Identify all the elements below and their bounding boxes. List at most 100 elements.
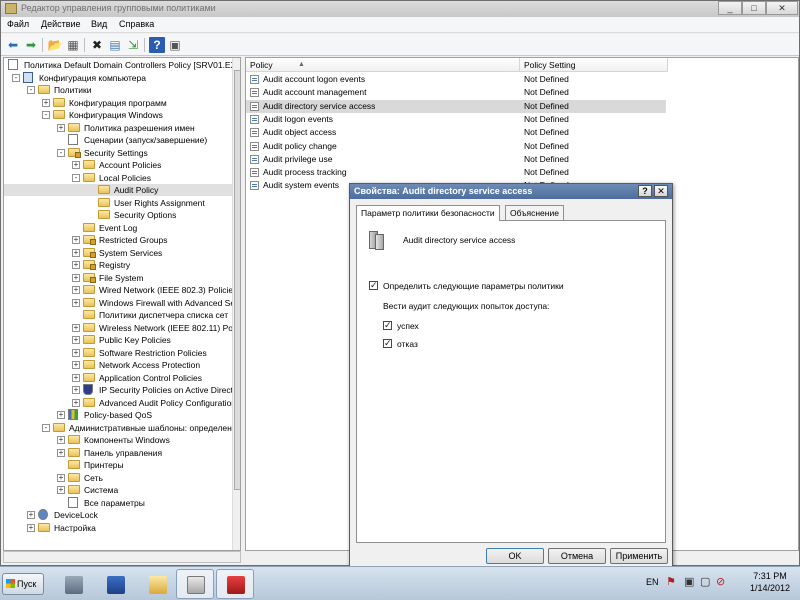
expand-icon[interactable]: + — [57, 486, 65, 494]
tree-item[interactable]: - Конфигурация Windows — [4, 109, 232, 121]
title-bar[interactable]: Редактор управления групповыми политикам… — [1, 1, 799, 17]
expand-icon[interactable]: + — [72, 273, 80, 282]
success-checkbox[interactable]: ✓ — [383, 321, 392, 330]
tree-item[interactable]: Политики диспетчера списка сет — [4, 309, 232, 321]
tree-item[interactable]: + Policy-based QoS — [4, 409, 232, 421]
column-header-policy[interactable]: Policy ▲ — [246, 58, 520, 72]
expand-icon[interactable]: + — [72, 286, 80, 294]
expand-icon[interactable]: + — [72, 298, 80, 307]
tree-item[interactable]: + Панель управления — [4, 447, 232, 459]
start-button[interactable]: Пуск — [2, 573, 44, 595]
tab-explain[interactable]: Объяснение — [505, 205, 564, 220]
tree-item[interactable]: - Конфигурация компьютера — [4, 71, 232, 84]
dialog-help-button[interactable]: ? — [638, 185, 652, 197]
expand-icon[interactable]: + — [72, 336, 80, 344]
console-icon[interactable]: ▣ — [167, 37, 183, 53]
policy-row[interactable]: Audit policy change Not Defined — [246, 140, 666, 153]
failure-checkbox[interactable]: ✓ — [383, 339, 392, 348]
collapse-icon[interactable]: - — [42, 111, 50, 119]
network-icon[interactable]: ▣ — [684, 575, 694, 588]
policy-row[interactable]: Audit object access Not Defined — [246, 126, 666, 139]
tree-item[interactable]: + Advanced Audit Policy Configuration — [4, 397, 236, 409]
collapse-icon[interactable]: - — [72, 173, 80, 182]
tree-item[interactable]: Политика Default Domain Controllers Poli… — [4, 59, 236, 71]
clock[interactable]: 7:31 PM 1/14/2012 — [748, 571, 792, 593]
tree-item[interactable]: + Software Restriction Policies — [4, 347, 232, 359]
expand-icon[interactable]: + — [72, 386, 80, 394]
tree-item[interactable]: + Wireless Network (IEEE 802.11) Pol — [4, 322, 235, 334]
tree-item[interactable]: + Restricted Groups — [4, 234, 232, 246]
apply-button[interactable]: Применить — [610, 548, 668, 564]
tree-item[interactable]: - Security Settings — [4, 147, 232, 159]
language-indicator[interactable]: EN — [646, 577, 659, 587]
tree-item[interactable]: Принтеры — [4, 459, 232, 471]
expand-icon[interactable]: + — [72, 323, 80, 332]
tree-item[interactable]: + Account Policies — [4, 159, 232, 171]
expand-icon[interactable]: + — [27, 523, 35, 532]
tree-item[interactable]: Сценарии (запуск/завершение) — [4, 134, 232, 146]
policy-row[interactable]: Audit account management Not Defined — [246, 86, 666, 99]
tree-item[interactable]: + Wired Network (IEEE 802.3) Policies — [4, 284, 237, 296]
tree-item[interactable]: + Network Access Protection — [4, 359, 232, 371]
policy-row[interactable]: Audit directory service access Not Define… — [246, 99, 666, 113]
expand-icon[interactable]: + — [57, 436, 65, 444]
tree-item[interactable]: + Сеть — [4, 472, 232, 484]
help-icon[interactable]: ? — [149, 37, 165, 53]
expand-icon[interactable]: + — [72, 348, 80, 357]
tree-item[interactable]: - Local Policies — [4, 172, 232, 184]
expand-icon[interactable]: + — [72, 236, 80, 244]
flag-icon[interactable]: ⚑ — [666, 575, 676, 588]
tree-item[interactable]: - Политики — [4, 84, 232, 96]
tree-item[interactable]: + File System — [4, 272, 232, 284]
tree-horizontal-scrollbar[interactable] — [3, 551, 241, 563]
menu-file[interactable]: Файл — [7, 19, 29, 29]
expand-icon[interactable]: + — [72, 373, 80, 382]
tree-item[interactable]: Security Options — [4, 209, 232, 221]
task-explorer[interactable] — [138, 569, 176, 599]
tree-item[interactable]: + Политика разрешения имен — [4, 122, 232, 134]
tree-item[interactable]: + Windows Firewall with Advanced Se — [4, 297, 235, 309]
volume-muted-icon[interactable]: ⊘ — [716, 575, 725, 588]
tree-pane[interactable]: Политика Default Domain Controllers Poli… — [3, 57, 241, 551]
back-icon[interactable]: ⬅ — [5, 37, 21, 53]
export-list-icon[interactable]: ⇲ — [125, 37, 141, 53]
expand-icon[interactable]: + — [57, 448, 65, 457]
expand-icon[interactable]: + — [42, 98, 50, 107]
task-powershell[interactable] — [96, 569, 134, 599]
expand-icon[interactable]: + — [57, 411, 65, 419]
expand-icon[interactable]: + — [72, 361, 80, 369]
expand-icon[interactable]: + — [72, 248, 80, 257]
tab-security-setting[interactable]: Параметр политики безопасности — [356, 205, 500, 221]
tree-item[interactable]: + Application Control Policies — [4, 372, 232, 384]
task-server-manager[interactable] — [54, 569, 92, 599]
define-policy-checkbox[interactable]: ✓ — [369, 281, 378, 290]
tree-item[interactable]: + IP Security Policies on Active Direct — [4, 384, 233, 396]
dialog-close-button[interactable]: ✕ — [654, 185, 668, 197]
expand-icon[interactable]: + — [57, 473, 65, 482]
properties-icon[interactable]: ▤ — [107, 37, 123, 53]
tree-item[interactable]: + Public Key Policies — [4, 334, 232, 346]
delete-icon[interactable]: ✖ — [89, 37, 105, 53]
tree-item[interactable]: + Конфигурация программ — [4, 97, 232, 109]
policy-row[interactable]: Audit process tracking Not Defined — [246, 166, 666, 179]
expand-icon[interactable]: + — [72, 161, 80, 169]
dialog-title-bar[interactable]: Свойства: Audit directory service access… — [350, 184, 672, 199]
cancel-button[interactable]: Отмена — [548, 548, 606, 564]
menu-action[interactable]: Действие — [41, 19, 81, 29]
expand-icon[interactable]: + — [72, 398, 80, 407]
expand-icon[interactable]: + — [57, 123, 65, 132]
expand-icon[interactable]: + — [27, 511, 35, 519]
task-gpo-editor[interactable] — [176, 569, 214, 599]
tree-item[interactable]: User Rights Assignment — [4, 197, 232, 209]
menu-help[interactable]: Справка — [119, 19, 154, 29]
tree-vertical-scrollbar[interactable] — [232, 58, 240, 550]
tree-item[interactable]: Все параметры — [4, 496, 232, 509]
collapse-icon[interactable]: - — [57, 148, 65, 157]
tree-item[interactable]: - Административные шаблоны: определен — [4, 422, 232, 434]
menu-view[interactable]: Вид — [91, 19, 107, 29]
show-tree-icon[interactable]: ▦ — [65, 37, 81, 53]
close-button[interactable]: ✕ — [766, 1, 798, 15]
ok-button[interactable]: OK — [486, 548, 544, 564]
tree-item[interactable]: + Компоненты Windows — [4, 434, 232, 446]
tree-item[interactable]: Event Log — [4, 222, 232, 234]
